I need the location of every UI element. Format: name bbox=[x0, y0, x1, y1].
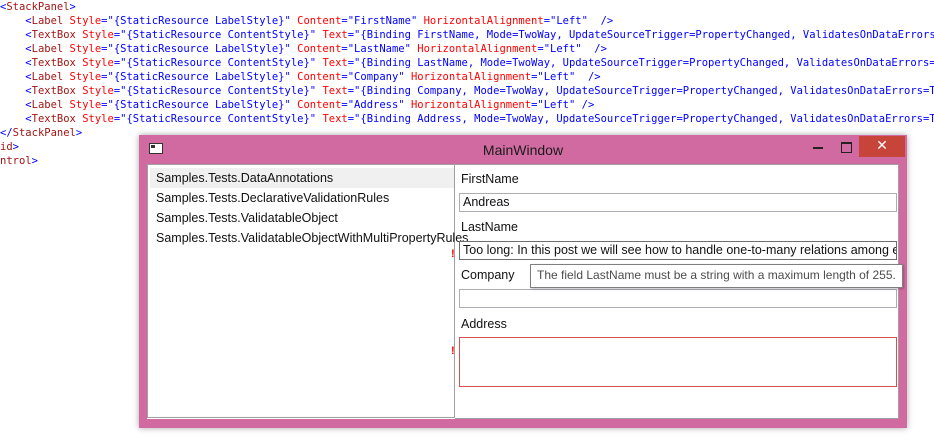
test-list[interactable]: Samples.Tests.DataAnnotations Samples.Te… bbox=[147, 164, 468, 418]
code-line: <Label Style="{StaticResource LabelStyle… bbox=[25, 43, 607, 55]
list-item-declarative-validation-rules[interactable]: Samples.Tests.DeclarativeValidationRules bbox=[150, 188, 454, 208]
list-item-data-annotations[interactable]: Samples.Tests.DataAnnotations bbox=[150, 168, 454, 188]
code-line: <TextBox Style="{StaticResource ContentS… bbox=[25, 29, 934, 41]
code-line: <Label Style="{StaticResource LabelStyle… bbox=[25, 99, 595, 111]
validation-tooltip: The field LastName must be a string with… bbox=[530, 264, 903, 288]
company-field[interactable] bbox=[459, 289, 897, 308]
code-line: <Label Style="{StaticResource LabelStyle… bbox=[25, 71, 601, 83]
edit-form: FirstName Andreas LastName ! Too long: I… bbox=[451, 164, 899, 419]
maximize-button[interactable] bbox=[833, 137, 859, 157]
code-line: <Label Style="{StaticResource LabelStyle… bbox=[25, 15, 614, 27]
code-line: <StackPanel> bbox=[0, 1, 76, 13]
last-name-label: LastName bbox=[461, 220, 518, 234]
address-field[interactable] bbox=[459, 337, 897, 387]
list-item-validatable-object-multi-property[interactable]: Samples.Tests.ValidatableObjectWithMulti… bbox=[150, 228, 468, 248]
address-label: Address bbox=[461, 317, 507, 331]
first-name-field[interactable]: Andreas bbox=[459, 193, 897, 212]
list-item-validatable-object[interactable]: Samples.Tests.ValidatableObject bbox=[150, 208, 454, 228]
company-label: Company bbox=[461, 268, 515, 282]
close-button[interactable]: ✕ bbox=[859, 136, 905, 157]
first-name-label: FirstName bbox=[461, 172, 519, 186]
last-name-field[interactable]: Too long: In this post we will see how t… bbox=[459, 241, 897, 260]
code-line: <TextBox Style="{StaticResource ContentS… bbox=[25, 57, 934, 69]
window-title: MainWindow bbox=[482, 142, 564, 158]
code-line: <TextBox Style="{StaticResource ContentS… bbox=[25, 113, 934, 125]
code-line: <TextBox Style="{StaticResource ContentS… bbox=[25, 85, 934, 97]
minimize-button[interactable] bbox=[805, 137, 831, 157]
title-bar[interactable]: MainWindow ✕ bbox=[139, 135, 907, 164]
address-error-icon: ! bbox=[451, 345, 455, 357]
last-name-error-icon: ! bbox=[451, 248, 455, 260]
window-client-area: Samples.Tests.DataAnnotations Samples.Te… bbox=[147, 164, 899, 419]
